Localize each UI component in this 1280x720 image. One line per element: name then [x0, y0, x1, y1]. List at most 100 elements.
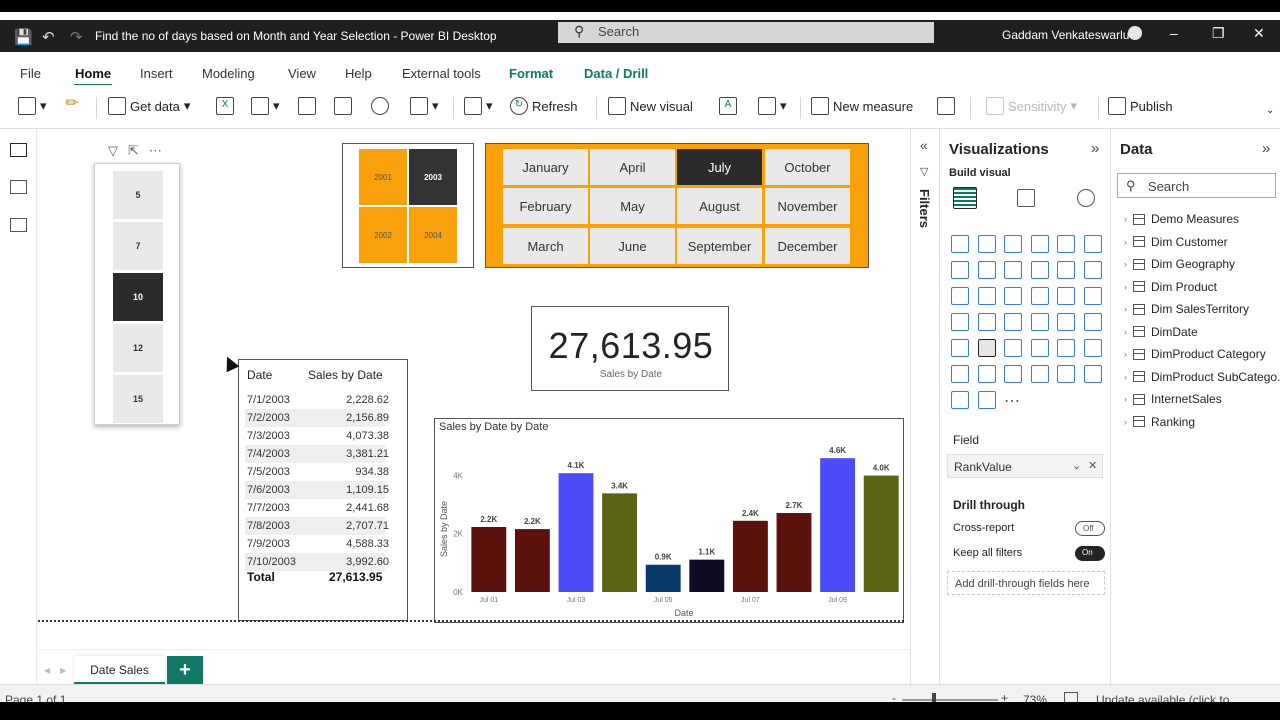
- new-visual-button[interactable]: New visual: [608, 97, 693, 115]
- month-option[interactable]: April: [590, 149, 675, 185]
- power-apps-icon[interactable]: [951, 391, 969, 409]
- donut-icon[interactable]: [1057, 287, 1075, 305]
- bar-jul-07[interactable]: [732, 520, 768, 592]
- rank-option[interactable]: 7: [113, 222, 163, 270]
- format-painter-button[interactable]: ✏: [63, 96, 81, 115]
- more-visuals-button[interactable]: ▾: [758, 97, 787, 115]
- treemap-icon[interactable]: [1083, 287, 1102, 305]
- chevron-right-icon[interactable]: ›: [1124, 394, 1127, 404]
- data-search-input[interactable]: ⚲ Search: [1117, 173, 1276, 198]
- chevron-right-icon[interactable]: ›: [1124, 237, 1127, 247]
- bar-jul-02[interactable]: [514, 529, 550, 592]
- clustered-bar-icon[interactable]: [1004, 235, 1022, 253]
- data-table-item[interactable]: › Dim SalesTerritory: [1124, 302, 1249, 316]
- rank-option[interactable]: 15: [113, 375, 163, 423]
- menu-modeling[interactable]: Modeling: [202, 66, 255, 81]
- stacked-column-icon[interactable]: [977, 235, 996, 253]
- 100-bar-icon[interactable]: [1057, 235, 1075, 253]
- rank-slicer[interactable]: 5 7 10 12 15: [94, 163, 180, 425]
- bar-jul-09[interactable]: [820, 458, 856, 592]
- month-option[interactable]: November: [765, 188, 850, 224]
- data-table-item[interactable]: › Ranking: [1124, 415, 1195, 429]
- month-option[interactable]: March: [503, 228, 588, 264]
- format-visual-icon[interactable]: [1017, 189, 1035, 207]
- report-view-icon[interactable]: [10, 143, 27, 157]
- keep-filters-toggle[interactable]: On: [1075, 546, 1105, 561]
- tab-date-sales[interactable]: Date Sales: [74, 656, 165, 685]
- analytics-icon[interactable]: [1077, 189, 1095, 207]
- 100-column-icon[interactable]: [1083, 235, 1102, 253]
- chevron-down-icon[interactable]: ⌄: [1072, 459, 1081, 472]
- menu-insert[interactable]: Insert: [140, 66, 173, 81]
- chevron-right-icon[interactable]: ›: [1124, 214, 1127, 224]
- ribbon-icon[interactable]: [1083, 261, 1102, 279]
- stacked-area-icon[interactable]: [1004, 261, 1022, 279]
- data-table-item[interactable]: › Dim Geography: [1124, 257, 1235, 271]
- table-icon[interactable]: [1004, 339, 1022, 357]
- sales-card[interactable]: 27,613.95 Sales by Date: [531, 306, 729, 391]
- menu-format[interactable]: Format: [509, 66, 553, 81]
- field-well[interactable]: RankValue ⌄ ✕: [947, 454, 1103, 478]
- matrix-icon[interactable]: [1030, 339, 1049, 357]
- chevron-right-icon[interactable]: ›: [1124, 349, 1127, 359]
- month-option[interactable]: August: [677, 188, 762, 224]
- month-option[interactable]: December: [765, 228, 850, 264]
- enter-data-button[interactable]: [334, 97, 352, 115]
- recent-sources-button[interactable]: ▾: [410, 97, 439, 115]
- save-icon[interactable]: 💾: [14, 28, 33, 46]
- user-name[interactable]: Gaddam Venkateswarlu: [1002, 28, 1129, 42]
- azure-map-icon[interactable]: [1004, 313, 1022, 331]
- rank-option-selected[interactable]: 10: [113, 273, 163, 321]
- chevron-right-icon[interactable]: ›: [1124, 259, 1127, 269]
- avatar[interactable]: [1128, 26, 1142, 40]
- slicer-icon[interactable]: [977, 339, 996, 357]
- fit-to-page-icon[interactable]: [1064, 692, 1078, 702]
- get-data-button[interactable]: Get data ▾: [108, 97, 190, 115]
- pie-icon[interactable]: [1030, 287, 1049, 305]
- filled-map-icon[interactable]: [977, 313, 996, 331]
- sales-table[interactable]: Date Sales by Date 7/1/2003 2,228.62 7/2/…: [238, 359, 408, 621]
- qa-icon[interactable]: [1004, 365, 1022, 383]
- zoom-slider-handle[interactable]: [932, 693, 936, 702]
- new-measure-button[interactable]: New measure: [811, 97, 913, 115]
- bar-jul-10[interactable]: [863, 475, 899, 592]
- clustered-column-icon[interactable]: [1030, 235, 1049, 253]
- rank-option[interactable]: 12: [113, 324, 163, 372]
- month-option[interactable]: January: [503, 149, 588, 185]
- power-automate-icon[interactable]: [977, 391, 996, 409]
- funnel-icon[interactable]: [977, 287, 996, 305]
- smart-narrative-icon[interactable]: [1030, 365, 1049, 383]
- bar-jul-05[interactable]: [645, 564, 681, 592]
- table-header-sales[interactable]: Sales by Date: [308, 368, 383, 382]
- bar-jul-01[interactable]: [471, 526, 507, 592]
- rank-option[interactable]: 5: [113, 171, 163, 219]
- sales-bar-chart[interactable]: Sales by Date by Date Sales by Date Date…: [434, 418, 904, 623]
- paginated-icon[interactable]: [1083, 365, 1102, 383]
- gauge-icon[interactable]: [1030, 313, 1049, 331]
- key-influencers-icon[interactable]: [951, 365, 969, 383]
- table-view-icon[interactable]: [10, 180, 27, 194]
- paste-button[interactable]: ▾: [18, 97, 47, 115]
- area-icon[interactable]: [977, 261, 996, 279]
- line-icon[interactable]: [951, 261, 969, 279]
- r-visual-icon[interactable]: [1057, 339, 1075, 357]
- sql-button[interactable]: [298, 97, 316, 115]
- data-table-item[interactable]: › Dim Product: [1124, 280, 1217, 294]
- month-option[interactable]: June: [590, 228, 675, 264]
- python-visual-icon[interactable]: [1083, 339, 1102, 357]
- remove-field-icon[interactable]: ✕: [1088, 459, 1097, 472]
- page-nav-arrows[interactable]: ◀▶: [44, 666, 76, 675]
- model-view-icon[interactable]: [10, 218, 27, 232]
- kpi-icon[interactable]: [951, 339, 969, 357]
- year-option[interactable]: 2002: [359, 207, 407, 263]
- excel-button[interactable]: X: [216, 97, 234, 115]
- ribbon-collapse-icon[interactable]: ⌄: [1266, 105, 1274, 116]
- year-option-selected[interactable]: 2003: [409, 149, 457, 205]
- bar-jul-08[interactable]: [776, 513, 812, 592]
- map-icon[interactable]: [951, 313, 969, 331]
- data-table-item[interactable]: › Demo Measures: [1124, 212, 1239, 226]
- month-option[interactable]: May: [590, 188, 675, 224]
- title-search-box[interactable]: ⚲ Search: [558, 22, 934, 43]
- data-table-item[interactable]: › Dim Customer: [1124, 235, 1228, 249]
- decomposition-tree-icon[interactable]: [977, 365, 996, 383]
